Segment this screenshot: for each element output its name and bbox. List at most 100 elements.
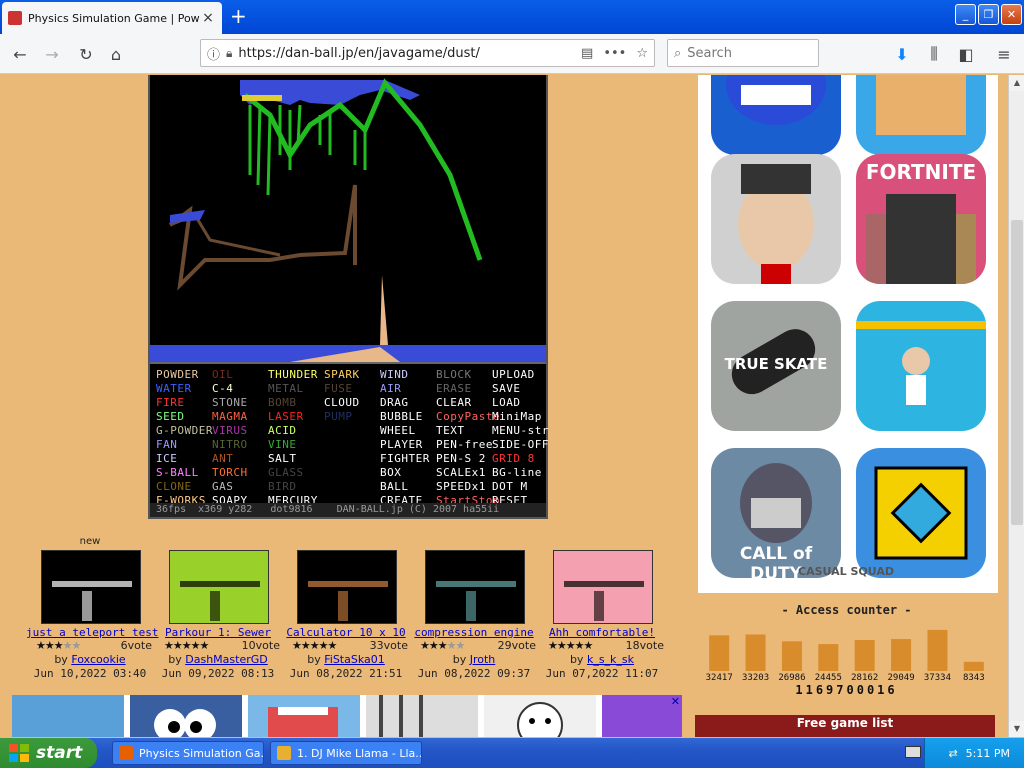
ad-tile-hammer[interactable]: [12, 695, 124, 737]
menu-item-speedx1[interactable]: SPEEDx1: [436, 480, 486, 494]
menu-item-box[interactable]: BOX: [380, 466, 401, 480]
downloads-icon[interactable]: ⬇: [890, 42, 914, 66]
powder-game-applet[interactable]: POWDER OIL THUNDER SPARK WIND BLOCK UPLOAD WATE…: [148, 75, 548, 519]
menu-item-bubble[interactable]: BUBBLE: [380, 410, 423, 424]
menu-item-side-off[interactable]: SIDE-OFF: [492, 438, 549, 452]
menu-item-player[interactable]: PLAYER: [380, 438, 423, 452]
menu-item-vine[interactable]: VINE: [268, 438, 297, 452]
new-tab-button[interactable]: +: [230, 6, 247, 26]
minimize-button[interactable]: _: [955, 4, 976, 25]
menu-item-magma[interactable]: MAGMA: [212, 410, 248, 424]
reload-icon[interactable]: ↻: [74, 42, 98, 66]
menu-item-acid[interactable]: ACID: [268, 424, 297, 438]
search-input[interactable]: [687, 45, 798, 61]
page-scrollbar[interactable]: ▲ ▼: [1008, 75, 1024, 737]
upload-thumbnail-image[interactable]: [425, 550, 525, 624]
upload-title-link[interactable]: just a teleport test: [26, 626, 158, 639]
menu-item-upload[interactable]: UPLOAD: [492, 368, 535, 382]
author-link[interactable]: Jroth: [470, 653, 496, 666]
forward-icon[interactable]: →: [40, 42, 64, 66]
menu-item-menu-str[interactable]: MENU-str: [492, 424, 549, 438]
menu-item-thunder[interactable]: THUNDER: [268, 368, 318, 382]
author-link[interactable]: FiStaSka01: [324, 653, 385, 666]
menu-item-grid-8[interactable]: GRID 8: [492, 452, 535, 466]
menu-item-clear[interactable]: CLEAR: [436, 396, 472, 410]
menu-item-spark[interactable]: SPARK: [324, 368, 360, 382]
menu-item-ball[interactable]: BALL: [380, 480, 409, 494]
close-window-button[interactable]: ✕: [1001, 4, 1022, 25]
ad-tile-jail[interactable]: [366, 695, 478, 737]
network-icon[interactable]: ⇄: [948, 747, 957, 760]
lock-icon[interactable]: 🔒︎: [226, 46, 232, 61]
menu-item-c-4[interactable]: C-4: [212, 382, 233, 396]
site-info-icon[interactable]: ⓘ: [207, 44, 220, 63]
page-actions-icon[interactable]: •••: [603, 46, 626, 61]
author-link[interactable]: Foxcookie: [71, 653, 125, 666]
ad-choices-close-icon[interactable]: ✕: [671, 695, 680, 708]
menu-item-salt[interactable]: SALT: [268, 452, 297, 466]
menu-item-load[interactable]: LOAD: [492, 396, 521, 410]
menu-item-laser[interactable]: LASER: [268, 410, 304, 424]
upload-thumbnail-image[interactable]: [41, 550, 141, 624]
menu-item-bg-line[interactable]: BG-line: [492, 466, 542, 480]
menu-item-oil[interactable]: OIL: [212, 368, 233, 382]
library-icon[interactable]: ⫼: [922, 42, 946, 66]
app-ad-call-of-duty[interactable]: CALL of DUTY: [711, 448, 841, 578]
author-link[interactable]: DashMasterGD: [185, 653, 267, 666]
menu-item-drag[interactable]: DRAG: [380, 396, 409, 410]
taskbar-item-winamp[interactable]: 1. DJ Mike Llama - Lla...: [270, 741, 422, 765]
menu-item-fuse[interactable]: FUSE: [324, 382, 353, 396]
menu-item-s-ball[interactable]: S-BALL: [156, 466, 199, 480]
menu-item-g-powder[interactable]: G-POWDER: [156, 424, 213, 438]
simulation-canvas[interactable]: [150, 75, 546, 362]
menu-item-text[interactable]: TEXT: [436, 424, 465, 438]
menu-item-glass[interactable]: GLASS: [268, 466, 304, 480]
browser-tab[interactable]: Physics Simulation Game | Powder Game ×: [2, 2, 222, 34]
menu-item-air[interactable]: AIR: [380, 382, 401, 396]
menu-item-pump[interactable]: PUMP: [324, 410, 353, 424]
app-ad-bread[interactable]: [856, 75, 986, 155]
app-ad-pull-pin[interactable]: [856, 301, 986, 431]
menu-item-scalex1[interactable]: SCALEx1: [436, 466, 486, 480]
menu-item-stone[interactable]: STONE: [212, 396, 248, 410]
app-ad-poppy-playtime[interactable]: [711, 75, 841, 155]
upload-thumbnail-image[interactable]: [297, 550, 397, 624]
upload-thumbnail-image[interactable]: [553, 550, 653, 624]
bottom-ad-banner[interactable]: ✕: [12, 695, 682, 737]
url-text[interactable]: https://dan-ball.jp/en/javagame/dust/: [238, 46, 571, 61]
taskbar-item-firefox[interactable]: Physics Simulation Ga...: [112, 741, 264, 765]
ad-tile-face[interactable]: [484, 695, 596, 737]
menu-item-ant[interactable]: ANT: [212, 452, 233, 466]
menu-item-seed[interactable]: SEED: [156, 410, 185, 424]
menu-item-water[interactable]: WATER: [156, 382, 192, 396]
scrollbar-thumb[interactable]: [1011, 220, 1023, 525]
menu-item-virus[interactable]: VIRUS: [212, 424, 248, 438]
tab-close-icon[interactable]: ×: [200, 10, 216, 26]
menu-item-bomb[interactable]: BOMB: [268, 396, 297, 410]
hamburger-menu-icon[interactable]: ≡: [992, 42, 1016, 66]
upload-title-link[interactable]: Parkour 1: Sewer: [154, 626, 282, 639]
menu-item-wind[interactable]: WIND: [380, 368, 409, 382]
ad-tile-mouth[interactable]: [248, 695, 360, 737]
url-bar[interactable]: ⓘ 🔒︎ https://dan-ball.jp/en/javagame/dus…: [200, 39, 655, 67]
scroll-down-icon[interactable]: ▼: [1009, 721, 1024, 737]
menu-item-minimap[interactable]: MiniMap: [492, 410, 542, 424]
reader-view-icon[interactable]: ▤: [581, 46, 593, 61]
ad-tile-eyes[interactable]: [130, 695, 242, 737]
back-icon[interactable]: ←: [8, 42, 32, 66]
menu-item-fan[interactable]: FAN: [156, 438, 177, 452]
menu-item-clone[interactable]: CLONE: [156, 480, 192, 494]
menu-item-erase[interactable]: ERASE: [436, 382, 472, 396]
start-button[interactable]: start: [0, 738, 97, 768]
search-box[interactable]: ⌕: [667, 39, 819, 67]
menu-item-torch[interactable]: TORCH: [212, 466, 248, 480]
menu-item-save[interactable]: SAVE: [492, 382, 521, 396]
menu-item-bird[interactable]: BIRD: [268, 480, 297, 494]
menu-item-cloud[interactable]: CLOUD: [324, 396, 360, 410]
menu-item-fire[interactable]: FIRE: [156, 396, 185, 410]
scroll-up-icon[interactable]: ▲: [1009, 75, 1024, 91]
menu-item-gas[interactable]: GAS: [212, 480, 233, 494]
menu-item-pen-s-2[interactable]: PEN-S 2: [436, 452, 486, 466]
menu-item-block[interactable]: BLOCK: [436, 368, 472, 382]
app-ad-geometry-dash[interactable]: [856, 448, 986, 578]
